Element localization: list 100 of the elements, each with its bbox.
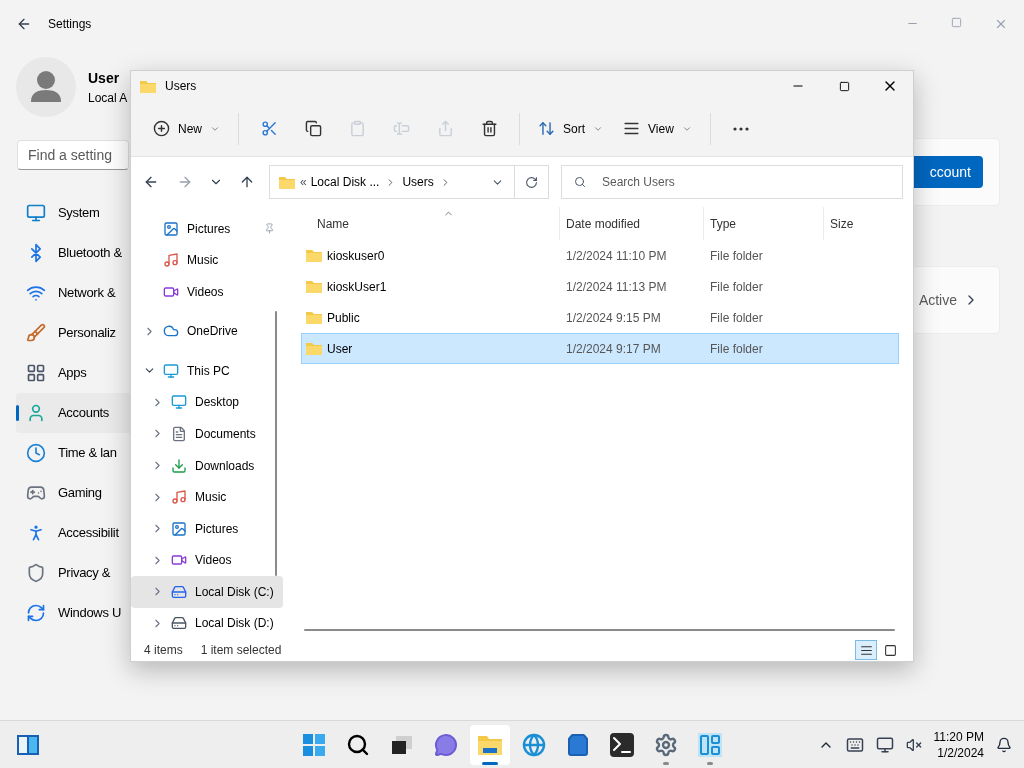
nav-item[interactable]: Gaming: [16, 473, 130, 513]
tree-item[interactable]: Local Disk (C:): [131, 575, 283, 608]
file-row[interactable]: kioskUser1 1/2/2024 11:13 PM File folder: [301, 271, 899, 302]
search-field[interactable]: Find a setting: [17, 140, 129, 170]
tree-item[interactable]: Local Disk (D:): [131, 607, 283, 640]
drive-icon: [171, 615, 187, 632]
folder-icon: [477, 734, 503, 756]
close-icon[interactable]: [994, 17, 1008, 31]
tree-item[interactable]: Videos: [131, 276, 283, 308]
item-count: 4 items: [144, 642, 183, 659]
tree-label: Music: [195, 489, 227, 507]
tree-item[interactable]: Pictures: [131, 512, 283, 545]
selection-count: 1 item selected: [200, 642, 282, 659]
file-name: Public: [327, 309, 360, 327]
search-icon: [574, 176, 586, 188]
keyboard-icon[interactable]: [845, 735, 864, 754]
system-icon: [26, 203, 46, 223]
tree-item[interactable]: Desktop: [131, 386, 283, 419]
running-indicator: [482, 762, 498, 765]
nav-item[interactable]: System: [16, 193, 130, 233]
file-row[interactable]: Public 1/2/2024 9:15 PM File folder: [301, 302, 899, 333]
user-icon: [26, 403, 46, 423]
tree-item[interactable]: Music: [131, 244, 283, 277]
folder-icon: [305, 279, 323, 294]
drive-c-icon: [171, 583, 187, 600]
tiles-view-icon: [883, 643, 897, 657]
nav-item[interactable]: Personaliz: [16, 313, 130, 353]
file-row[interactable]: User 1/2/2024 9:17 PM File folder: [301, 333, 899, 364]
up-icon[interactable]: [239, 174, 255, 190]
nav-label: Gaming: [58, 484, 102, 503]
folder-icon: [305, 310, 323, 325]
start-icon: [302, 733, 326, 757]
notification-icon[interactable]: [996, 736, 1012, 753]
toolbar-menu-button[interactable]: New: [147, 112, 226, 145]
tree-item[interactable]: OneDrive: [131, 315, 283, 348]
forward-icon[interactable]: [177, 174, 193, 190]
address-bar[interactable]: « Local Disk ... Users: [269, 165, 549, 199]
tree-item[interactable]: Documents: [131, 418, 283, 450]
file-row[interactable]: kioskuser0 1/2/2024 11:10 PM File folder: [301, 240, 899, 271]
network-icon[interactable]: [875, 735, 894, 754]
overflow-chevron[interactable]: «: [300, 173, 307, 191]
date-cell-text: 1/2/2024 11:13 PM: [565, 278, 668, 296]
column-header[interactable]: Date modified: [559, 207, 703, 240]
add-account-button[interactable]: ccount: [914, 156, 983, 188]
control-panel-icon: [698, 733, 722, 757]
breadcrumb[interactable]: Users: [402, 173, 434, 191]
shield-icon: [26, 563, 46, 583]
pin-icon[interactable]: [264, 223, 275, 235]
tree-item[interactable]: Downloads: [131, 449, 283, 482]
settings-icon: [654, 733, 678, 757]
widgets-icon[interactable]: [16, 733, 40, 756]
date-cell-text: 1/2/2024 9:15 PM: [565, 309, 662, 327]
scrollbar[interactable]: [304, 629, 895, 631]
nav-item[interactable]: Network &: [16, 273, 130, 313]
back-icon[interactable]: [16, 16, 32, 32]
search-icon: [346, 733, 370, 757]
nav-item[interactable]: Bluetooth &: [16, 233, 130, 273]
cut-icon: [260, 120, 278, 137]
toolbar-menu-button[interactable]: View: [617, 112, 698, 145]
more-icon: [732, 126, 749, 131]
nav-item[interactable]: Time & lan: [16, 433, 130, 473]
nav-item[interactable]: Apps: [16, 353, 130, 393]
update-icon: [26, 603, 46, 623]
tree-item[interactable]: Music: [131, 481, 283, 513]
documents-icon: [171, 425, 187, 442]
file-name: kioskUser1: [327, 278, 387, 296]
column-header[interactable]: Size: [823, 207, 903, 240]
column-header[interactable]: Name: [301, 207, 559, 240]
apps-icon: [26, 363, 46, 383]
back-icon[interactable]: [143, 174, 159, 190]
nav-item[interactable]: Accessibilit: [16, 513, 130, 553]
type-cell-text: File folder: [709, 278, 764, 296]
nav-label: Network &: [58, 284, 116, 303]
tree-item[interactable]: This PC: [131, 355, 283, 387]
tree-label: OneDrive: [187, 323, 238, 341]
tree-item[interactable]: Pictures: [131, 213, 283, 245]
volume-muted-icon[interactable]: [905, 736, 922, 753]
nav-item[interactable]: Windows U: [16, 593, 130, 633]
window-title: Users: [165, 78, 197, 95]
tree-item[interactable]: Videos: [131, 544, 283, 576]
refresh-icon: [525, 175, 538, 189]
scrollbar[interactable]: [275, 311, 277, 576]
file-name: User: [327, 340, 353, 358]
column-header[interactable]: Type: [703, 207, 823, 240]
clock[interactable]: 11:20 PM 1/2/2024: [933, 728, 984, 761]
breadcrumb[interactable]: Local Disk ...: [310, 173, 380, 191]
nav-label: System: [58, 204, 100, 223]
view-toggle[interactable]: [855, 640, 877, 660]
details-view-icon: [859, 643, 873, 657]
delete-icon: [480, 120, 498, 137]
music-icon: [163, 252, 179, 269]
toolbar-menu-button[interactable]: Sort: [532, 112, 610, 145]
account-status: Active: [918, 290, 957, 310]
nav-item[interactable]: Accounts: [16, 393, 130, 433]
nav-item[interactable]: Privacy &: [16, 553, 130, 593]
tree-label: Videos: [195, 552, 232, 570]
nav-label: Apps: [58, 364, 87, 383]
search-field[interactable]: Search Users: [561, 165, 903, 199]
pictures-icon: [163, 220, 179, 237]
view-icon: [623, 120, 641, 137]
